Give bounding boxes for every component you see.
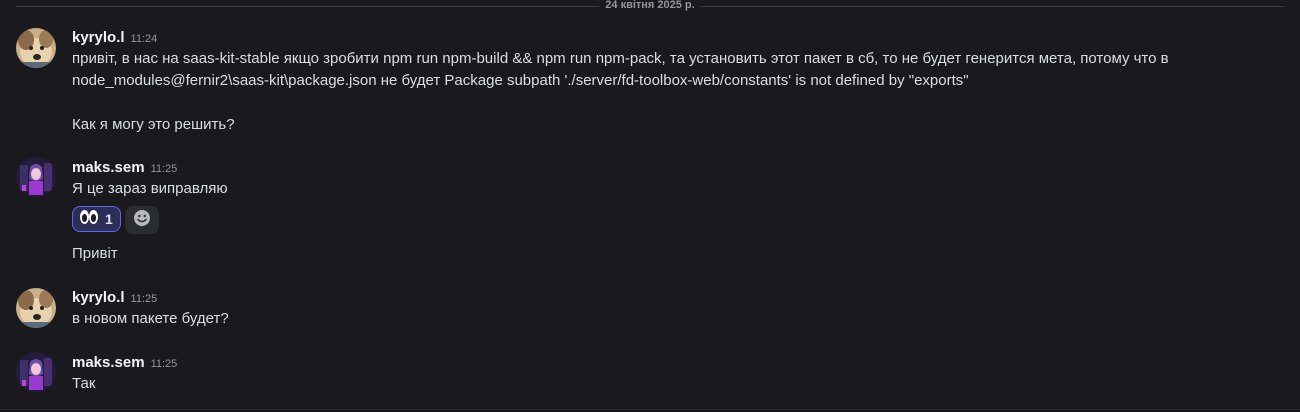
message-text: Я це зараз виправляю xyxy=(72,180,228,197)
message-content: Я це зараз виправляю xyxy=(72,178,1272,200)
dog-avatar-image xyxy=(16,28,56,68)
username[interactable]: maks.sem xyxy=(72,159,145,176)
message-content: в новом пакете будет? xyxy=(72,308,1272,330)
message-text: node_modules@fernir2\saas-kit\package.js… xyxy=(72,72,969,89)
anime-avatar-image xyxy=(16,352,56,392)
username[interactable]: kyrylo.l xyxy=(72,289,125,306)
timestamp: 11:25 xyxy=(130,293,158,305)
timestamp: 11:25 xyxy=(150,358,178,370)
username[interactable]: kyrylo.l xyxy=(72,29,125,46)
message-text: Как я могу это решить? xyxy=(72,116,235,133)
reaction-count: 1 xyxy=(105,211,113,227)
reaction-eyes[interactable]: 1 xyxy=(72,206,121,232)
message-content: Привіт xyxy=(72,243,1272,265)
timestamp: 11:24 xyxy=(130,33,158,45)
avatar[interactable] xyxy=(16,28,56,68)
chat-message-list: 24 квітня 2025 р. kyrylo.l 11:24 привіт, … xyxy=(0,0,1300,412)
timestamp: 11:25 xyxy=(150,163,178,175)
reactions-bar: 1 xyxy=(72,206,159,234)
dog-avatar-image xyxy=(16,288,56,328)
username[interactable]: maks.sem xyxy=(72,354,145,371)
message-text: привіт, в нас на saas-kit-stable якщо зр… xyxy=(72,50,1169,67)
message-header: maks.sem 11:25 xyxy=(72,158,177,178)
message-text: Привіт xyxy=(72,245,118,262)
message-header: kyrylo.l 11:24 xyxy=(72,28,157,48)
add-reaction-button[interactable] xyxy=(125,206,159,234)
date-divider-label: 24 квітня 2025 р. xyxy=(599,0,701,12)
bottom-divider xyxy=(0,409,1300,410)
avatar[interactable] xyxy=(16,157,56,197)
message-content: Так xyxy=(72,373,1272,395)
anime-avatar-image xyxy=(16,157,56,197)
message-content: привіт, в нас на saas-kit-stable якщо зр… xyxy=(72,48,1272,136)
message-text: Так xyxy=(72,375,96,392)
message-text: в новом пакете будет? xyxy=(72,310,229,327)
message-header: kyrylo.l 11:25 xyxy=(72,288,157,308)
avatar[interactable] xyxy=(16,352,56,392)
message-header: maks.sem 11:25 xyxy=(72,353,177,373)
eyes-emoji-icon xyxy=(79,208,99,231)
date-divider: 24 квітня 2025 р. xyxy=(16,0,1284,13)
avatar[interactable] xyxy=(16,288,56,328)
smiley-add-reaction-icon xyxy=(133,209,151,232)
